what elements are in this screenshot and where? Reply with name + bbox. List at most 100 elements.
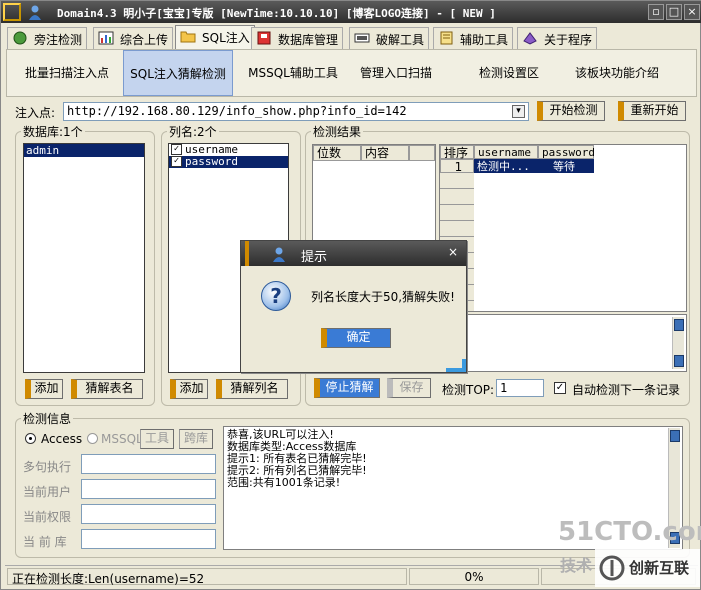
app-logo-icon <box>3 3 21 21</box>
current-db-input[interactable] <box>81 529 216 549</box>
tab-about[interactable]: 关于程序 <box>517 27 598 49</box>
tab-crack-tools[interactable]: 破解工具 <box>349 27 430 49</box>
status-text: 正在检测长度:Len(username)=52 <box>7 568 407 586</box>
access-label: Access <box>41 432 83 446</box>
access-radio[interactable] <box>25 433 36 444</box>
window-title: Domain4.3 明小子[宝宝]专版 [NewTime:10.10.10] [… <box>57 7 496 20</box>
cross-db-button[interactable]: 跨库 <box>179 429 213 449</box>
dialog-title-bar: 提示 × <box>241 241 466 266</box>
tools-icon <box>354 33 370 43</box>
column-item[interactable]: ✓ password <box>169 156 288 168</box>
checkbox-icon[interactable]: ✓ <box>171 144 182 155</box>
user-icon <box>29 5 41 20</box>
field-label: 多句执行 <box>23 460 72 474</box>
tab-label: 数据库管理 <box>278 33 339 47</box>
question-icon: ? <box>261 281 291 311</box>
tab-label: 关于程序 <box>544 33 593 47</box>
tab-aux-tools[interactable]: 辅助工具 <box>433 27 514 49</box>
current-privilege-input[interactable] <box>81 504 216 524</box>
guess-tables-button[interactable]: 猜解表名 <box>71 379 143 399</box>
column-header: password <box>538 145 595 159</box>
dropdown-icon[interactable]: ▾ <box>512 105 525 118</box>
save-button[interactable]: 保存 <box>387 378 431 398</box>
restart-button[interactable]: 重新开始 <box>618 101 686 121</box>
subnav-mssql-tools[interactable]: MSSQL辅助工具 <box>241 50 345 96</box>
start-detect-button[interactable]: 开始检测 <box>537 101 605 121</box>
row-index: 1 <box>440 159 474 174</box>
multi-exec-input[interactable] <box>81 454 216 474</box>
stop-guess-button[interactable]: 停止猜解 <box>314 378 380 398</box>
column-header <box>409 145 435 161</box>
tab-database-manage[interactable]: 数据库管理 <box>251 27 344 49</box>
title-bar: Domain4.3 明小子[宝宝]专版 [NewTime:10.10.10] [… <box>1 1 701 23</box>
tab-label: 破解工具 <box>376 33 425 47</box>
field-label: 当前用户 <box>23 485 72 499</box>
subnav-batch-scan[interactable]: 批量扫描注入点 <box>15 50 119 96</box>
dialog-message: 列名长度大于50,猜解失败! <box>311 290 455 304</box>
brand-watermark: 创新互联 <box>595 549 700 587</box>
top-label: 检测TOP: <box>442 383 495 397</box>
prompt-dialog: 提示 × ? 列名长度大于50,猜解失败! 确定 <box>240 240 467 373</box>
column-header: 排序 <box>440 145 474 160</box>
injection-label: 注入点: <box>15 106 56 120</box>
minimize-button[interactable]: ▫ <box>648 4 664 20</box>
subnav-settings[interactable]: 检测设置区 <box>467 50 551 96</box>
info-icon <box>523 32 537 45</box>
chart-icon <box>98 31 114 45</box>
ok-button[interactable]: 确定 <box>321 328 391 348</box>
site-watermark: 51CTO.com <box>558 517 701 547</box>
column-header: 内容 <box>361 145 409 161</box>
database-item[interactable]: admin <box>24 144 144 157</box>
info-label: 检测信息 <box>21 410 74 427</box>
dialog-corner-decoration <box>446 359 466 372</box>
auto-check-checkbox[interactable]: ✓ <box>554 382 566 394</box>
user-icon <box>273 247 285 262</box>
guess-columns-button[interactable]: 猜解列名 <box>216 379 288 399</box>
brand-logo-icon <box>599 555 625 581</box>
checkbox-icon[interactable]: ✓ <box>171 156 182 167</box>
dialog-close-button[interactable]: × <box>446 246 460 260</box>
password-cell: 等待 <box>553 160 575 173</box>
main-tabs: 旁注检测 综合上传 SQL注入 数据库管理 破解工具 辅助工具 关于程序 <box>5 25 698 49</box>
column-name: password <box>185 155 238 168</box>
mssql-radio[interactable] <box>87 433 98 444</box>
column-count-label: 列名:2个 <box>167 123 219 140</box>
current-user-input[interactable] <box>81 479 216 499</box>
log-line: 范围:共有1001条记录! <box>227 476 341 489</box>
results-memo[interactable] <box>439 314 687 372</box>
database-list[interactable]: admin <box>23 143 145 373</box>
add-column-button[interactable]: 添加 <box>170 379 208 399</box>
folder-icon <box>180 31 196 43</box>
mssql-label: MSSQL <box>101 432 143 446</box>
progress-text: 0% <box>409 568 539 585</box>
close-button[interactable]: × <box>684 4 700 20</box>
auto-check-label: 自动检测下一条记录 <box>572 383 681 397</box>
tab-label: 辅助工具 <box>460 33 509 47</box>
memo-scrollbar[interactable] <box>672 317 684 369</box>
tab-label: 综合上传 <box>120 33 169 47</box>
field-label: 当前权限 <box>23 510 72 524</box>
injection-url-input[interactable]: http://192.168.80.129/info_show.php?info… <box>63 102 529 121</box>
add-database-button[interactable]: 添加 <box>25 379 63 399</box>
globe-icon <box>13 31 27 45</box>
subnav-sql-guess[interactable]: SQL注入猜解检测 <box>123 50 233 96</box>
dialog-title: 提示 <box>301 250 328 265</box>
subnav-admin-scan[interactable]: 管理入口扫描 <box>351 50 441 96</box>
subnav-help[interactable]: 该板块功能介绍 <box>567 50 667 96</box>
tool-button[interactable]: 工具 <box>140 429 174 449</box>
database-icon <box>257 31 271 45</box>
column-header: 位数 <box>313 145 361 161</box>
database-count-label: 数据库:1个 <box>21 123 85 140</box>
maximize-button[interactable]: □ <box>666 4 682 20</box>
tab-sql-injection[interactable]: SQL注入 <box>175 25 255 49</box>
notebook-icon <box>440 31 453 45</box>
username-cell: 检测中... <box>477 160 530 173</box>
top-input[interactable]: 1 <box>496 379 544 397</box>
tab-upload[interactable]: 综合上传 <box>93 27 174 49</box>
records-grid[interactable]: 排序 username password 1 检测中... 等待 <box>439 144 687 312</box>
tech-watermark: 技术 <box>560 556 593 575</box>
tab-side-detect[interactable]: 旁注检测 <box>7 27 88 49</box>
field-label: 当 前 库 <box>23 535 67 549</box>
column-header: username <box>474 145 538 159</box>
sub-navigation: 批量扫描注入点 SQL注入猜解检测 MSSQL辅助工具 管理入口扫描 检测设置区… <box>6 49 697 97</box>
